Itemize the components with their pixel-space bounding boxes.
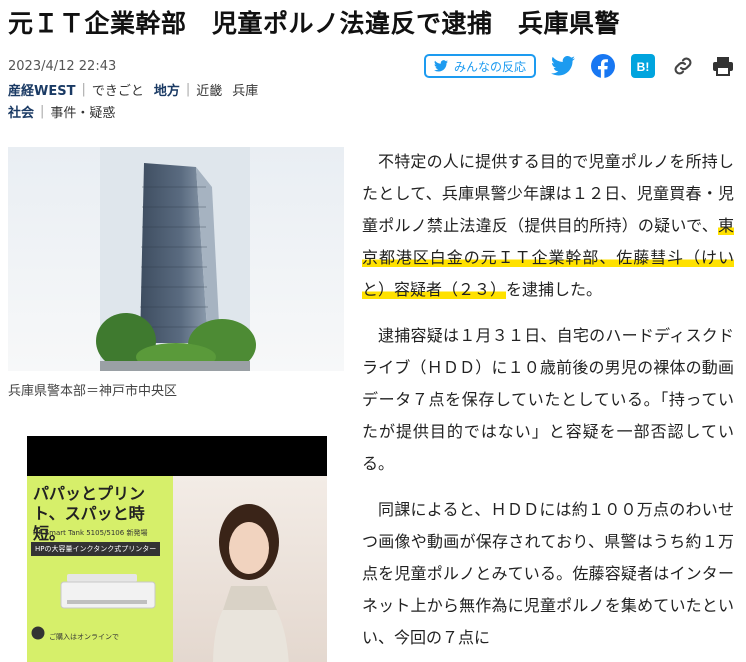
printer-image <box>60 574 156 609</box>
article-photo[interactable] <box>8 147 344 371</box>
ad-subtitle-band: HPの大容量インクタンク式プリンター <box>31 542 161 556</box>
svg-text:B!: B! <box>637 60 650 74</box>
publish-date: 2023/4/12 22:43 <box>8 58 117 74</box>
article-headline: 元ＩＴ企業幹部 児童ポルノ法違反で逮捕 兵庫県警 <box>8 9 621 38</box>
ad-footer: ご購入はオンラインで <box>49 633 119 641</box>
category-link[interactable]: 地方 <box>154 80 180 99</box>
article-body: 不特定の人に提供する目的で児童ポルノを所持したとして、兵庫県警少年課は１２日、児… <box>362 146 734 662</box>
category-row-2: 社会 | 事件・疑惑 <box>8 102 116 121</box>
meta-row: 2023/4/12 22:43 みんなの反応 B! <box>8 52 736 80</box>
article-paragraph: 不特定の人に提供する目的で児童ポルノを所持したとして、兵庫県警少年課は１２日、児… <box>362 152 734 299</box>
reactions-button[interactable]: みんなの反応 <box>423 54 536 78</box>
twitter-icon[interactable] <box>550 53 576 79</box>
category-link[interactable]: 兵庫 <box>232 80 258 99</box>
twitter-icon <box>433 60 448 72</box>
link-icon[interactable] <box>670 53 696 79</box>
hp-logo <box>31 626 45 640</box>
share-bar: みんなの反応 B! <box>423 53 736 79</box>
hatena-bookmark-icon[interactable]: B! <box>630 53 656 79</box>
category-main[interactable]: 社会 <box>8 102 34 121</box>
category-row-1: 産経WEST | できごと 地方 | 近畿 兵庫 <box>8 80 259 99</box>
ad-model-image <box>173 476 327 662</box>
category-link[interactable]: 事件・疑惑 <box>50 102 115 121</box>
category-link[interactable]: できごと <box>92 80 144 99</box>
photo-caption: 兵庫県警本部＝神戸市中央区 <box>8 384 178 399</box>
ad-subtitle: HP Smart Tank 5105/5106 新発場 <box>33 529 148 537</box>
category-link[interactable]: 近畿 <box>196 80 222 99</box>
category-main[interactable]: 産経WEST <box>8 80 75 99</box>
advertisement[interactable]: パパッとプリント、スパッと時短。 HP Smart Tank 5105/5106… <box>27 436 327 662</box>
facebook-icon[interactable] <box>590 53 616 79</box>
article-paragraph: 同課によると、ＨＤＤには約１００万点のわいせつ画像や動画が保存されており、県警は… <box>362 500 734 647</box>
article-paragraph: 逮捕容疑は１月３１日、自宅のハードディスクドライブ（ＨＤＤ）に１０歳前後の男児の… <box>362 326 734 473</box>
reactions-label: みんなの反応 <box>453 59 526 74</box>
print-icon[interactable] <box>710 53 736 79</box>
